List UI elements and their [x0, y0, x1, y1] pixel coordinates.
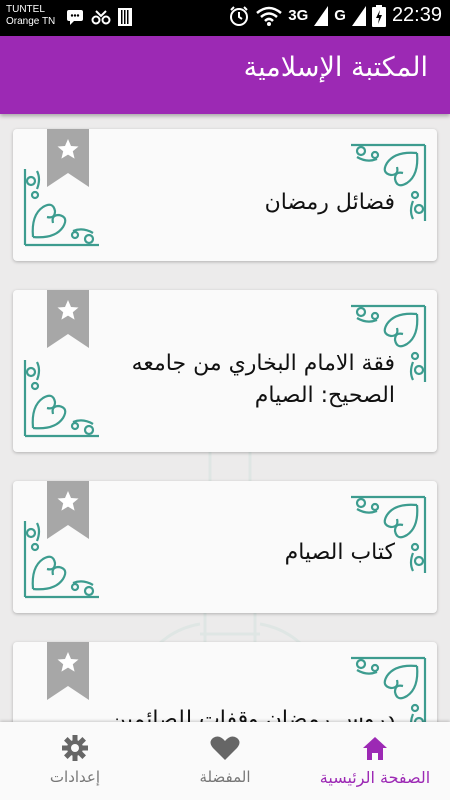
- nav-settings[interactable]: إعدادات: [0, 722, 150, 800]
- nav-favorites-label: المفضلة: [199, 768, 251, 786]
- heart-icon: [210, 736, 240, 760]
- wifi-icon: [256, 6, 283, 26]
- book-card[interactable]: فقة الامام البخاري من جامعه الصحيح: الصي…: [13, 290, 437, 452]
- barcode-icon: [118, 8, 132, 26]
- ornament-corner-icon: [23, 360, 99, 438]
- ornament-corner-icon: [23, 169, 99, 247]
- network-type-1: 3G: [288, 7, 309, 24]
- book-title: كتاب الصيام: [284, 540, 395, 565]
- book-title: دروس رمضان وقفات للصائمين: [110, 707, 395, 722]
- message-icon: [67, 10, 83, 25]
- favorite-star-icon[interactable]: [47, 642, 89, 700]
- bottom-navigation: الصفحة الرئيسية المفضلة إعدادات: [0, 722, 450, 800]
- nav-settings-label: إعدادات: [49, 768, 101, 786]
- book-card[interactable]: دروس رمضان وقفات للصائمين: [13, 642, 437, 722]
- gear-icon: [62, 735, 88, 761]
- battery-icon: [371, 4, 386, 27]
- clock: 22:39: [391, 4, 442, 26]
- app-title: المكتبة الإسلامية: [243, 52, 428, 83]
- carrier-operator: Orange TN: [6, 16, 56, 27]
- status-bar: TUNTEL Orange TN 3G G 22:39: [0, 0, 450, 36]
- alarm-icon: [230, 5, 249, 26]
- signal-icon: [314, 5, 329, 26]
- network-type-2: G: [334, 7, 346, 24]
- notification-icons: [66, 8, 132, 26]
- status-icons-right: 3G G 22:39: [228, 4, 442, 27]
- nav-favorites[interactable]: المفضلة: [150, 722, 300, 800]
- book-card[interactable]: كتاب الصيام: [13, 481, 437, 613]
- carrier-name: TUNTEL: [6, 4, 45, 15]
- book-title: فقة الامام البخاري من جامعه الصحيح: الصي…: [131, 351, 395, 408]
- signal-icon-2: [351, 5, 366, 26]
- ornament-corner-icon: [23, 521, 99, 599]
- nav-home-label: الصفحة الرئيسية: [319, 768, 431, 787]
- home-icon: [363, 737, 387, 760]
- book-title: فضائل رمضان: [264, 190, 395, 215]
- book-card[interactable]: فضائل رمضان: [13, 129, 437, 261]
- app-bar: المكتبة الإسلامية: [0, 36, 450, 114]
- book-list[interactable]: فضائل رمضان فقة الامام البخاري من جامعه …: [0, 114, 450, 722]
- favorite-star-icon[interactable]: [47, 290, 89, 348]
- nav-home[interactable]: الصفحة الرئيسية: [300, 722, 450, 800]
- voicemail-icon: [91, 10, 111, 25]
- carrier-info: TUNTEL Orange TN: [6, 4, 55, 28]
